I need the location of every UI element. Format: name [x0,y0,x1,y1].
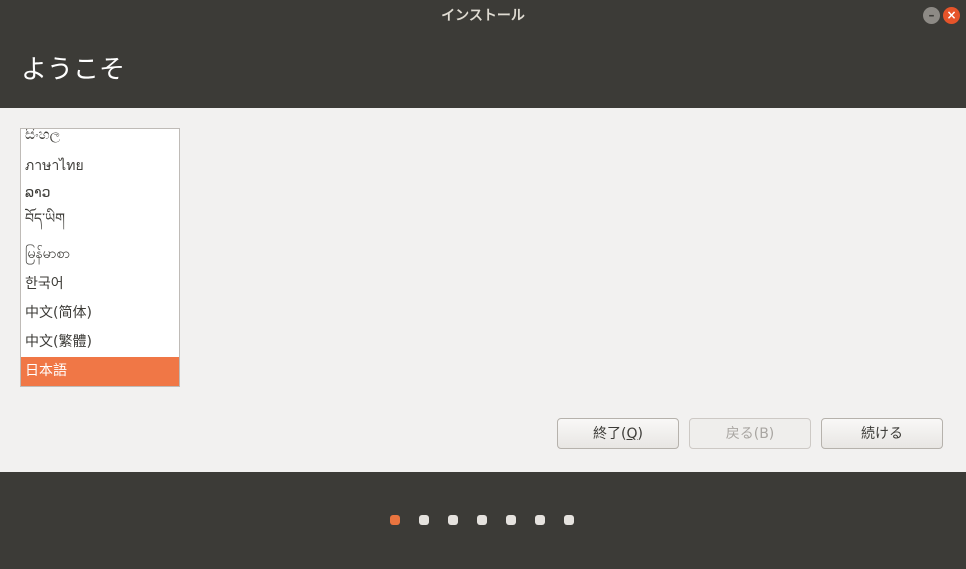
language-item-thai[interactable]: ภาษาไทย [21,152,179,181]
window-title: インストール [441,8,525,24]
progress-dot-5 [506,515,516,525]
language-item-tibetan[interactable]: བོད་ཡིག [21,205,179,234]
close-button[interactable]: × [943,7,960,24]
main-content: සිංහල ภาษาไทย ລາວ བོད་ཡིག မြန်မာစာ 한국어 中… [0,108,966,472]
progress-dot-2 [419,515,429,525]
close-icon: × [946,8,957,22]
title-bar: インストール – × [0,0,966,32]
language-list[interactable]: සිංහල ภาษาไทย ລາວ བོད་ཡིག မြန်မာစာ 한국어 中… [20,128,180,387]
page-title: ようこそ [21,55,126,85]
language-item-chinese-simplified[interactable]: 中文(简体) [21,299,179,328]
language-item-lao[interactable]: ລາວ [21,179,179,208]
progress-dot-3 [448,515,458,525]
language-item-sinhala[interactable]: සිංහල [21,129,179,150]
back-button[interactable]: 戻る(B) [689,418,811,449]
quit-label-pre: 終了( [593,426,627,442]
progress-dot-7 [564,515,574,525]
quit-label-mnemonic: Q [626,426,638,442]
language-item-burmese[interactable]: မြန်မာစာ [21,240,179,269]
page-header: ようこそ [0,32,966,108]
minimize-icon: – [928,8,935,22]
language-item-chinese-traditional[interactable]: 中文(繁體) [21,328,179,357]
progress-dot-1 [390,515,400,525]
progress-footer [0,472,966,569]
language-item-japanese[interactable]: 日本語 [21,357,179,386]
continue-button[interactable]: 続ける [821,418,943,449]
quit-label-post: ) [637,426,643,442]
installer-window: インストール – × ようこそ සිංහල ภาษาไทย ລາວ བོད་ཡི… [0,0,966,569]
quit-button[interactable]: 終了(Q) [557,418,679,449]
progress-dot-4 [477,515,487,525]
language-item-korean[interactable]: 한국어 [21,270,179,299]
minimize-button[interactable]: – [923,7,940,24]
progress-dot-6 [535,515,545,525]
